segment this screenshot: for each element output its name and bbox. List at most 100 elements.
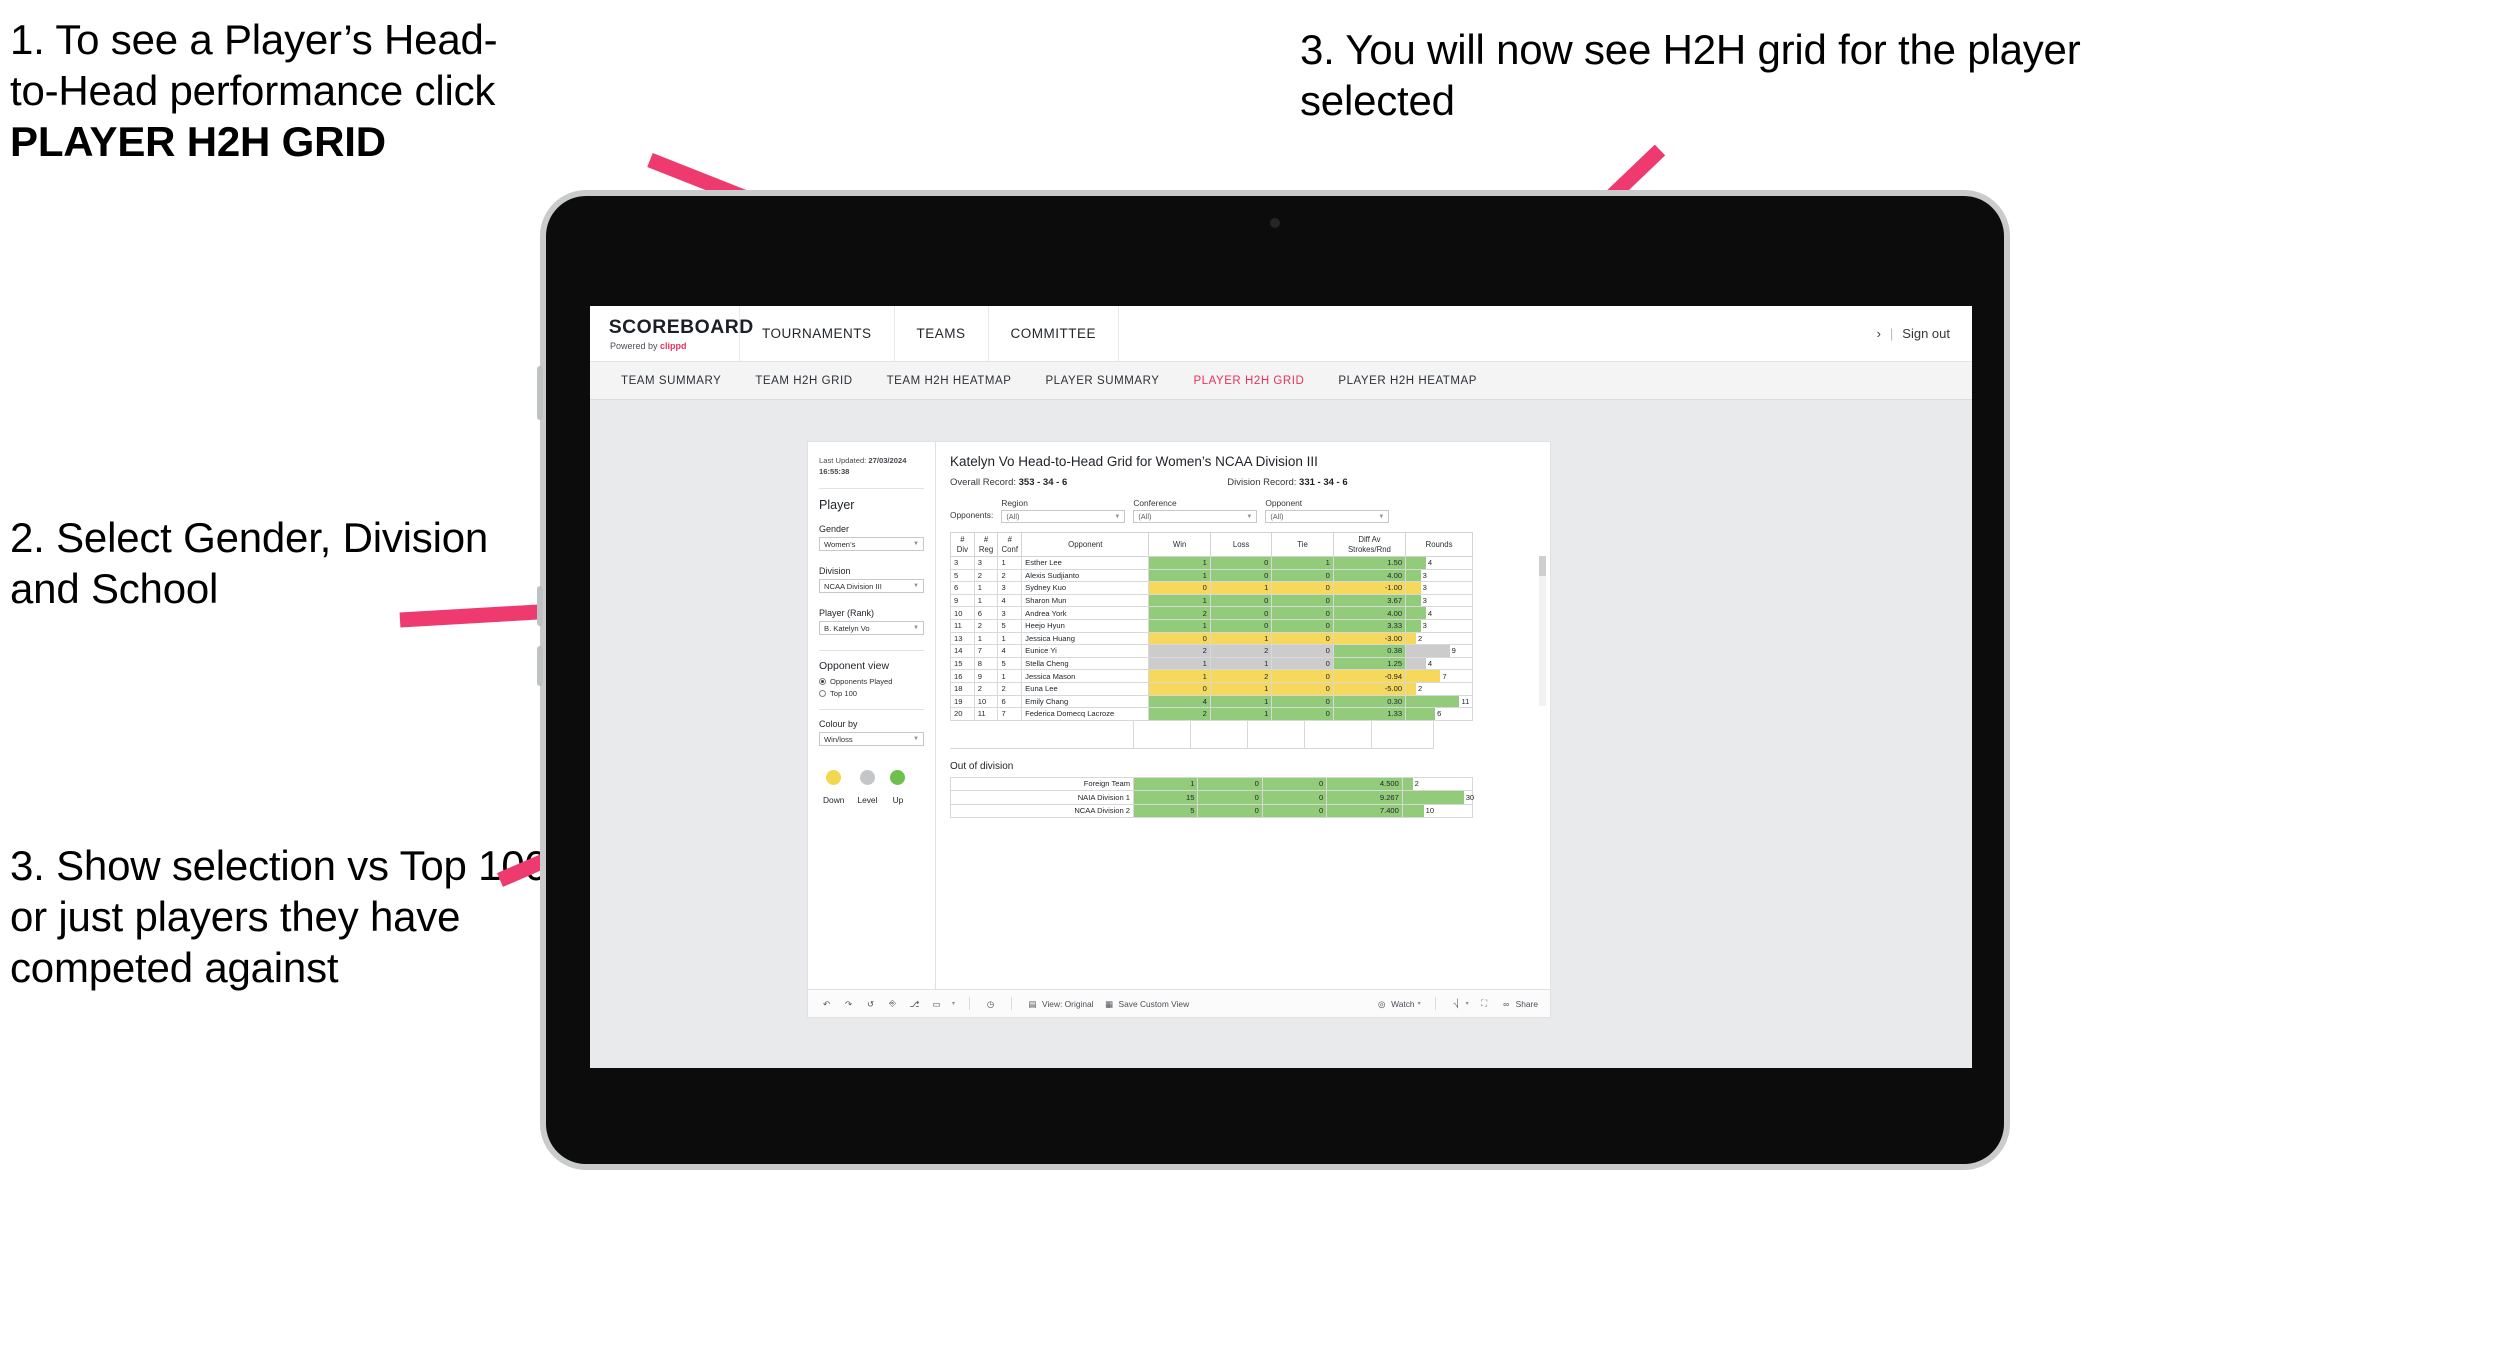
colour-by-select[interactable]: Win/loss ▼ [819, 732, 924, 746]
region-filter-caption: Region [1001, 498, 1028, 508]
table-cell: 7.400 [1326, 803, 1403, 819]
rounds-bar-cell: 3 [1405, 618, 1473, 633]
table-row[interactable]: 19 10 6 Emily Chang 4 1 0 0.30 11 [950, 694, 1473, 709]
share-icon: ∞ [1503, 998, 1510, 1009]
out-of-division-row[interactable]: Foreign Team 1 0 0 4.500 2 [949, 776, 1474, 792]
region-filter-group: Region (All) ▼ [1001, 498, 1126, 523]
table-cell: 7 [973, 644, 999, 658]
revert-icon[interactable]: ↺ [864, 997, 877, 1010]
fullscreen-icon[interactable]: ⛶ [1478, 997, 1491, 1010]
logo-tagline-prefix: Powered by [610, 340, 658, 351]
table-row[interactable]: 3 3 1 Esther Lee 1 0 1 1.50 4 [950, 556, 1473, 570]
last-updated-label: Last Updated: [819, 456, 867, 465]
gender-filter-select[interactable]: Women’s ▼ [819, 537, 924, 551]
rounds-bar-cell: 30 [1401, 790, 1474, 805]
table-empty-tail [950, 720, 1473, 749]
watch-button[interactable]: ◎ Watch ▾ [1375, 997, 1421, 1010]
column-header-loss[interactable]: Loss [1209, 532, 1273, 557]
table-row[interactable]: 14 7 4 Eunice Yi 2 2 0 0.38 9 [950, 644, 1473, 658]
out-of-division-row[interactable]: NAIA Division 1 15 0 0 9.267 30 [949, 790, 1474, 805]
table-row[interactable]: 6 1 3 Sydney Kuo 0 1 0 -1.00 3 [950, 581, 1473, 595]
table-row[interactable]: 5 2 2 Alexis Sudjianto 1 0 0 4.00 3 [950, 568, 1473, 583]
tab-player-h2h-grid[interactable]: PLAYER H2H GRID [1176, 375, 1321, 387]
rectangle-select-icon[interactable]: ▭ [930, 997, 943, 1010]
rounds-bar-cell: 11 [1405, 694, 1473, 709]
table-cell: 0 [1197, 790, 1263, 805]
column-header-reg[interactable]: # Reg [973, 532, 999, 557]
table-cell: 1.50 [1332, 556, 1407, 570]
table-row[interactable]: 13 1 1 Jessica Huang 0 1 0 -3.00 2 [950, 631, 1473, 646]
table-cell: 0 [1271, 618, 1334, 633]
out-of-division-body: Foreign Team 1 0 0 4.500 2 NAIA Division 1 15 0 0… [949, 776, 1474, 819]
table-cell: 0 [1209, 593, 1273, 608]
player-rank-filter-value: B. Katelyn Vo [824, 623, 870, 633]
out-of-division-row[interactable]: NCAA Division 2 5 0 0 7.400 10 [949, 803, 1474, 819]
opponent-filter-select[interactable]: (All) ▼ [1265, 510, 1390, 523]
view-original-button[interactable]: ▤ View: Original [1026, 997, 1094, 1010]
table-cell: 0 [1209, 618, 1273, 633]
table-cell: 15 [1133, 790, 1199, 805]
table-row[interactable]: 15 8 5 Stella Cheng 1 1 0 1.25 4 [950, 656, 1473, 671]
radio-top-100[interactable]: Top 100 [819, 689, 924, 698]
region-filter-select[interactable]: (All) ▼ [1001, 510, 1126, 523]
tab-team-summary[interactable]: TEAM SUMMARY [604, 375, 738, 387]
h2h-table: # Div # Reg # Conf Opponent Win Loss Tie Diff Av St… [950, 532, 1473, 721]
tab-player-summary[interactable]: PLAYER SUMMARY [1028, 375, 1176, 387]
sign-out-link[interactable]: Sign out [1902, 326, 1950, 341]
radio-opponents-played[interactable]: Opponents Played [819, 677, 924, 686]
table-cell: 10 [950, 606, 975, 620]
table-row[interactable]: 9 1 4 Sharon Mun 1 0 0 3.67 3 [950, 593, 1473, 608]
player-rank-filter-select[interactable]: B. Katelyn Vo ▼ [819, 621, 924, 635]
division-filter-select[interactable]: NCAA Division III ▼ [819, 579, 924, 593]
table-row[interactable]: 11 2 5 Heejo Hyun 1 0 0 3.33 3 [950, 618, 1473, 633]
save-custom-view-button[interactable]: ▦ Save Custom View [1103, 997, 1189, 1010]
visualization-body: Last Updated: 27/03/2024 16:55:38 Player… [808, 442, 1550, 989]
refresh-icon[interactable]: ⎆ [886, 997, 899, 1010]
table-cell: Sharon Mun [1021, 593, 1150, 608]
undo-icon[interactable]: ↶ [820, 997, 833, 1010]
table-cell: 11 [973, 707, 999, 721]
table-row[interactable]: 18 2 2 Euna Lee 0 1 0 -5.00 2 [950, 681, 1473, 696]
column-header-opponent[interactable]: Opponent [1021, 532, 1150, 557]
redo-icon[interactable]: ↷ [842, 997, 855, 1010]
table-cell: 0 [1271, 581, 1334, 595]
table-cell: 3 [973, 556, 999, 570]
column-header-diff-av-strokes-rnd[interactable]: Diff Av Strokes/Rnd [1332, 532, 1407, 557]
column-header-win[interactable]: Win [1148, 532, 1211, 557]
division-record-label: Division Record: [1227, 477, 1297, 488]
conference-filter-select[interactable]: (All) ▼ [1133, 510, 1258, 523]
table-scrollbar-thumb[interactable] [1539, 556, 1546, 576]
history-icon[interactable]: ◷ [984, 997, 997, 1010]
rounds-bar-cell: 4 [1405, 606, 1473, 620]
table-row[interactable]: 10 6 3 Andrea York 2 0 0 4.00 4 [950, 606, 1473, 620]
chevron-right-icon[interactable]: › [1877, 326, 1881, 341]
table-scrollbar[interactable] [1539, 556, 1546, 706]
nav-item-teams[interactable]: TEAMS [895, 306, 989, 361]
h2h-table-head: # Div # Reg # Conf Opponent Win Loss Tie Diff Av St… [950, 532, 1473, 557]
table-cell: Foreign Team [949, 776, 1135, 792]
table-cell: 15 [950, 656, 975, 671]
share-button[interactable]: ∞ Share [1500, 997, 1538, 1010]
division-filter-value: NCAA Division III [824, 581, 882, 591]
column-header-div[interactable]: # Div [950, 532, 975, 557]
scoreboard-logo[interactable]: SCOREBOARD Powered by clippd [590, 306, 753, 361]
chevron-down-icon[interactable]: ▾ [952, 1000, 955, 1007]
tab-player-h2h-heatmap[interactable]: PLAYER H2H HEATMAP [1321, 375, 1494, 387]
table-row[interactable]: 20 11 7 Federica Domecq Lacroze 2 1 0 1.33 6 [950, 707, 1473, 721]
table-cell: 14 [950, 644, 975, 658]
tab-team-h2h-heatmap[interactable]: TEAM H2H HEATMAP [870, 375, 1029, 387]
download-button[interactable]: ⎷ ▾ [1450, 997, 1469, 1010]
nav-item-committee[interactable]: COMMITTEE [989, 306, 1120, 361]
nav-item-tournaments[interactable]: TOURNAMENTS [740, 306, 895, 361]
tab-team-h2h-grid[interactable]: TEAM H2H GRID [738, 375, 869, 387]
table-cell: 19 [950, 694, 975, 709]
table-cell: 2 [1148, 606, 1211, 620]
pause-icon[interactable]: ⎇ [908, 997, 921, 1010]
table-row[interactable]: 16 9 1 Jessica Mason 1 2 0 -0.94 7 [950, 669, 1473, 683]
table-cell: 1 [1209, 656, 1273, 671]
visualization-container: Last Updated: 27/03/2024 16:55:38 Player… [808, 442, 1550, 1017]
chevron-down-icon: ▾ [1465, 1001, 1469, 1007]
column-header-rounds[interactable]: Rounds [1405, 532, 1473, 557]
column-header-tie[interactable]: Tie [1271, 532, 1334, 557]
column-header-conf[interactable]: # Conf [997, 532, 1023, 557]
